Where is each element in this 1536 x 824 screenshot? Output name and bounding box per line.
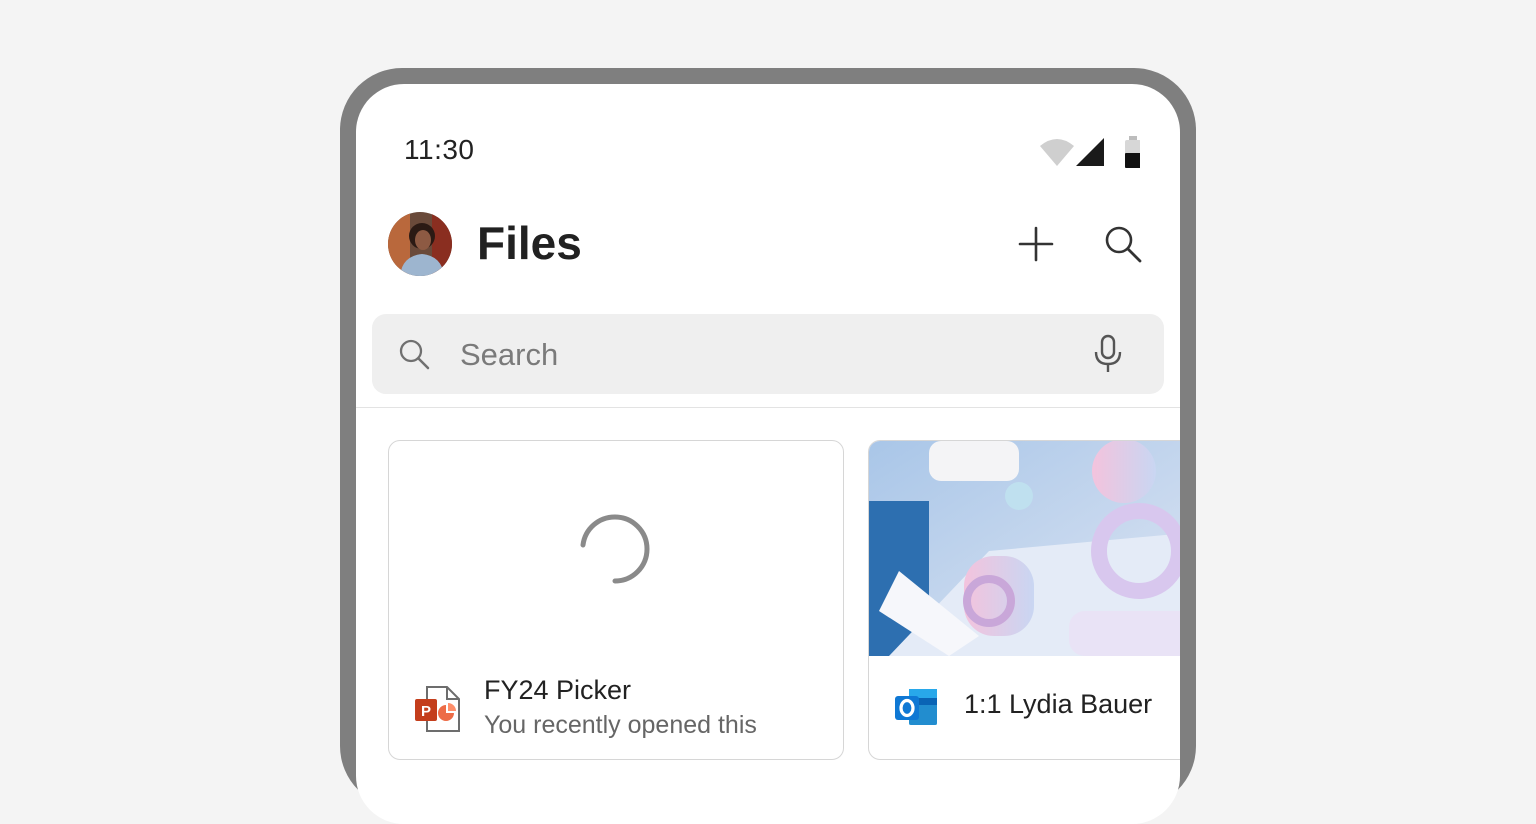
file-card-lydia-bauer[interactable]: 1:1 Lydia Bauer	[868, 440, 1180, 760]
status-icons	[1040, 136, 1140, 168]
status-time: 11:30	[404, 134, 475, 165]
search-icon	[1105, 226, 1142, 263]
microphone-icon[interactable]	[1092, 334, 1124, 374]
add-icon	[1018, 226, 1054, 262]
search-input[interactable]	[458, 332, 1062, 378]
page-title: Files	[477, 217, 582, 269]
powerpoint-icon: P	[415, 686, 460, 732]
divider	[356, 407, 1180, 408]
loading-spinner	[580, 514, 650, 584]
file-card-fy24-picker[interactable]: P FY24 Picker You recently opened this	[388, 440, 844, 760]
wifi-icon	[1040, 139, 1074, 166]
cellular-signal-icon	[1076, 138, 1104, 166]
avatar[interactable]	[388, 212, 452, 276]
file-name: FY24 Picker	[484, 675, 632, 705]
outlook-icon	[895, 689, 937, 725]
search-icon	[399, 339, 430, 370]
phone-frame: 11:30 Files Search P FY24 Picker You rec…	[340, 68, 1196, 824]
search-button[interactable]	[1099, 220, 1147, 268]
battery-icon	[1125, 136, 1140, 168]
add-button[interactable]	[1012, 220, 1060, 268]
search-bar[interactable]	[372, 314, 1164, 394]
svg-text:P: P	[421, 703, 431, 720]
phone-screen: 11:30 Files Search P FY24 Picker You rec…	[356, 84, 1180, 824]
image-thumbnail	[869, 441, 1180, 656]
file-name: 1:1 Lydia Bauer	[964, 689, 1153, 719]
file-subtitle: You recently opened this	[484, 711, 757, 739]
